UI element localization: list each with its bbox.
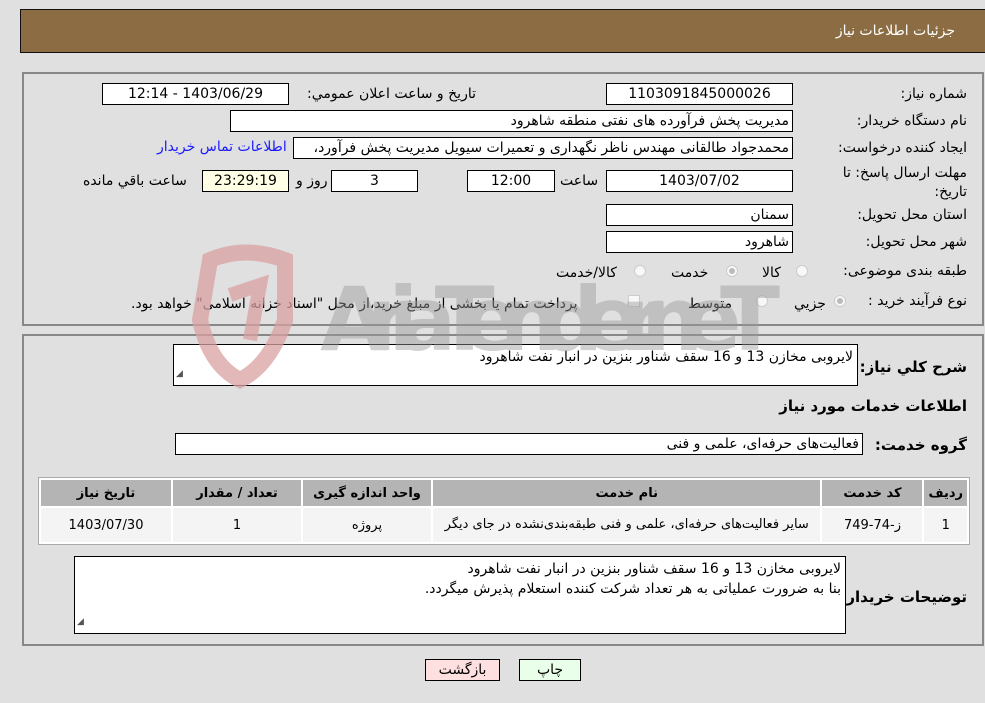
- buyer-notes-line-2: بنا به ضرورت عملیاتی به هر تعداد شرکت کن…: [424, 581, 841, 597]
- description-text: لایروبی مخازن 13 و 16 سقف شناور بنزین در…: [479, 349, 853, 365]
- treasury-note: پرداخت تمام یا بخشی از مبلغ خرید،از محل …: [131, 296, 578, 312]
- process-label: نوع فرآیند خرید :: [868, 293, 967, 309]
- remaining-time-field: 23:29:19: [202, 170, 289, 192]
- cell-service-code: ز-74-749: [822, 508, 923, 542]
- creator-label: ایجاد کننده درخواست:: [838, 140, 967, 156]
- table-header-row: ردیف کد خدمت نام خدمت واحد اندازه گیری ت…: [41, 480, 967, 506]
- category-option-goods-service: کالا/خدمت: [556, 265, 617, 281]
- col-need-date: تاریخ نیاز: [41, 480, 171, 506]
- days-label: روز و: [296, 173, 328, 189]
- remaining-label: ساعت باقي مانده: [83, 173, 187, 189]
- resize-grip-icon[interactable]: ◢: [77, 612, 84, 632]
- category-radio-service[interactable]: [726, 265, 738, 277]
- process-radio-medium[interactable]: [756, 295, 768, 307]
- cell-need-date: 1403/07/30: [41, 508, 171, 542]
- col-service-name: نام خدمت: [433, 480, 821, 506]
- buyer-contact-link[interactable]: اطلاعات تماس خریدار: [157, 139, 287, 155]
- services-section-title: اطلاعات خدمات مورد نیاز: [779, 397, 967, 415]
- cell-service-name: سایر فعالیت‌های حرفه‌ای، علمی و فنی طبقه…: [433, 508, 821, 542]
- province-label: استان محل تحویل:: [857, 207, 967, 223]
- resize-grip-icon[interactable]: ◢: [176, 364, 183, 384]
- service-group-field[interactable]: فعالیت‌های حرفه‌ای، علمی و فنی: [175, 433, 863, 455]
- buyer-notes-label: توضیحات خریدار:: [840, 588, 967, 606]
- cell-row-number: 1: [924, 508, 967, 542]
- deadline-date-field[interactable]: 1403/07/02: [606, 170, 793, 192]
- city-label: شهر محل تحویل:: [865, 234, 967, 250]
- province-field[interactable]: سمنان: [606, 204, 793, 226]
- table-row: 1 ز-74-749 سایر فعالیت‌های حرفه‌ای، علمی…: [41, 508, 967, 542]
- page-header: جزئیات اطلاعات نیاز: [20, 9, 985, 53]
- deadline-time-field[interactable]: 12:00: [467, 170, 555, 192]
- description-label: شرح کلي نیاز:: [859, 358, 967, 376]
- buyer-notes-line-1: لایروبی مخازن 13 و 16 سقف شناور بنزین در…: [467, 561, 841, 577]
- need-number-label: شماره نیاز:: [900, 86, 968, 102]
- process-option-medium: متوسط: [688, 296, 732, 312]
- services-table-wrap: ردیف کد خدمت نام خدمت واحد اندازه گیری ت…: [38, 477, 970, 545]
- deadline-time-label: ساعت: [560, 173, 599, 189]
- category-option-goods: کالا: [762, 265, 781, 281]
- announce-field[interactable]: 1403/06/29 - 12:14: [102, 83, 289, 105]
- deadline-label: مهلت ارسال پاسخ: تا تاریخ:: [842, 165, 967, 200]
- col-service-code: کد خدمت: [822, 480, 923, 506]
- city-field[interactable]: شاهرود: [606, 231, 793, 253]
- buyer-notes-field[interactable]: لایروبی مخازن 13 و 16 سقف شناور بنزین در…: [74, 556, 846, 634]
- cell-unit: پروژه: [303, 508, 431, 542]
- buyer-org-label: نام دستگاه خریدار:: [856, 113, 967, 129]
- creator-field[interactable]: محمدجواد طالقانی مهندس ناظر نگهداری و تع…: [293, 137, 793, 159]
- services-table: ردیف کد خدمت نام خدمت واحد اندازه گیری ت…: [39, 478, 969, 544]
- col-row-number: ردیف: [924, 480, 967, 506]
- need-number-field[interactable]: 1103091845000026: [606, 83, 793, 105]
- buyer-org-field[interactable]: مدیریت پخش فرآورده های نفتی منطقه شاهرود: [230, 110, 793, 132]
- process-option-minor: جزيي: [794, 296, 826, 312]
- page-title: جزئیات اطلاعات نیاز: [835, 23, 955, 39]
- category-option-service: خدمت: [671, 265, 709, 281]
- category-label: طبقه بندی موضوعی:: [843, 263, 967, 279]
- service-group-label: گروه خدمت:: [874, 436, 967, 454]
- print-button[interactable]: چاپ: [519, 659, 581, 681]
- announce-label: تاریخ و ساعت اعلان عمومي:: [307, 86, 476, 102]
- cell-quantity: 1: [173, 508, 301, 542]
- treasury-checkbox[interactable]: [628, 295, 640, 307]
- back-button[interactable]: بازگشت: [425, 659, 500, 681]
- description-field[interactable]: لایروبی مخازن 13 و 16 سقف شناور بنزین در…: [173, 344, 858, 386]
- col-quantity: تعداد / مقدار: [173, 480, 301, 506]
- col-unit: واحد اندازه گیری: [303, 480, 431, 506]
- category-radio-goods-service[interactable]: [634, 265, 646, 277]
- category-radio-goods[interactable]: [796, 265, 808, 277]
- process-radio-minor[interactable]: [834, 295, 846, 307]
- days-field[interactable]: 3: [331, 170, 418, 192]
